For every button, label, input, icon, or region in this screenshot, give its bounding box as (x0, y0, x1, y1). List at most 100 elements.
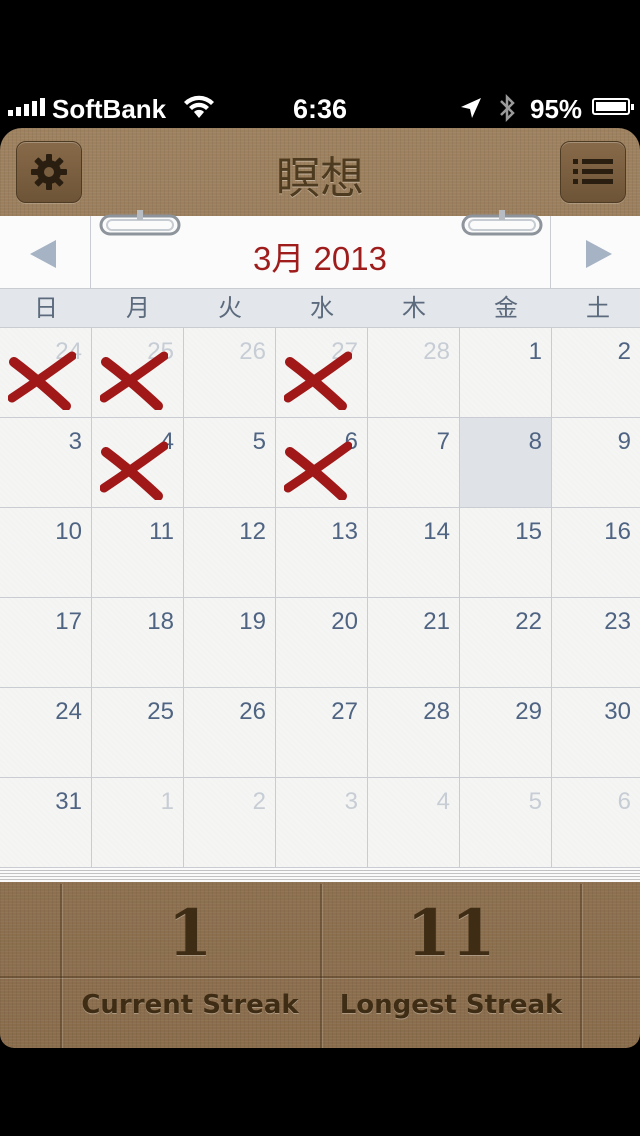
paper-clip-icon (461, 210, 543, 236)
day-number: 26 (239, 698, 266, 725)
weekday-sat: 土 (586, 294, 610, 322)
weekday-thu: 木 (402, 294, 426, 322)
current-streak-label: Current Streak (81, 990, 299, 1020)
day-number: 10 (55, 518, 82, 545)
calendar-day[interactable]: 9 (552, 418, 640, 508)
calendar-day[interactable]: 29 (460, 688, 552, 778)
x-mark-icon (284, 441, 352, 500)
day-number: 25 (147, 698, 174, 725)
calendar-day[interactable]: 24 (0, 328, 92, 418)
calendar-day[interactable]: 4 (92, 418, 184, 508)
day-number: 11 (149, 518, 174, 545)
calendar-day[interactable]: 22 (460, 598, 552, 688)
weekday-fri: 金 (494, 294, 518, 322)
calendar-day[interactable]: 5 (184, 418, 276, 508)
day-number: 5 (252, 428, 266, 455)
calendar-day[interactable]: 6 (552, 778, 640, 868)
calendar-grid: 24 25 26 27 28 1 2 3 4 5 6 7 8 9 10 11 12 13 14 15 16 17 18 19 2… (0, 328, 640, 868)
list-button[interactable] (560, 141, 626, 203)
day-number: 20 (331, 608, 358, 635)
calendar-day[interactable]: 31 (0, 778, 92, 868)
day-number: 22 (515, 608, 542, 635)
calendar-day[interactable]: 6 (276, 418, 368, 508)
calendar-day[interactable]: 25 (92, 688, 184, 778)
day-number: 9 (617, 428, 631, 455)
calendar-day[interactable]: 3 (0, 418, 92, 508)
calendar: 3月 2013 日 月 火 水 木 金 土 24 25 26 27 28 1 2… (0, 210, 640, 868)
calendar-day[interactable]: 30 (552, 688, 640, 778)
day-number: 28 (423, 698, 450, 725)
calendar-day[interactable]: 1 (92, 778, 184, 868)
day-number: 24 (55, 698, 82, 725)
calendar-day[interactable]: 27 (276, 328, 368, 418)
day-number: 2 (617, 338, 631, 365)
calendar-day[interactable]: 13 (276, 508, 368, 598)
day-number: 7 (436, 428, 450, 455)
day-number: 15 (515, 518, 542, 545)
month-title: 3月 2013 (253, 240, 387, 277)
longest-streak-label: Longest Streak (339, 990, 563, 1020)
calendar-day[interactable]: 14 (368, 508, 460, 598)
calendar-day[interactable]: 15 (460, 508, 552, 598)
calendar-day[interactable]: 20 (276, 598, 368, 688)
weekday-sun: 日 (34, 294, 58, 322)
day-number: 1 (160, 788, 174, 815)
day-number: 29 (515, 698, 542, 725)
weekday-mon: 月 (126, 294, 150, 322)
calendar-day[interactable]: 12 (184, 508, 276, 598)
calendar-day-today[interactable]: 8 (460, 418, 552, 508)
day-number: 3 (68, 428, 82, 455)
calendar-day[interactable]: 27 (276, 688, 368, 778)
calendar-day[interactable]: 23 (552, 598, 640, 688)
day-number: 6 (344, 428, 358, 455)
day-number: 8 (528, 428, 542, 455)
calendar-day[interactable]: 25 (92, 328, 184, 418)
calendar-day[interactable]: 19 (184, 598, 276, 688)
divider (0, 976, 640, 978)
calendar-day[interactable]: 7 (368, 418, 460, 508)
calendar-day[interactable]: 26 (184, 688, 276, 778)
day-number: 2 (252, 788, 266, 815)
calendar-day[interactable]: 4 (368, 778, 460, 868)
day-number: 17 (55, 608, 82, 635)
calendar-day[interactable]: 10 (0, 508, 92, 598)
calendar-day[interactable]: 5 (460, 778, 552, 868)
day-number: 14 (423, 518, 450, 545)
calendar-day[interactable]: 11 (92, 508, 184, 598)
month-bar: 3月 2013 (0, 210, 640, 288)
day-number: 13 (331, 518, 358, 545)
weekday-header: 日 月 火 水 木 金 土 (0, 288, 640, 328)
day-number: 4 (436, 788, 450, 815)
arrow-right-icon (586, 240, 612, 268)
calendar-day[interactable]: 1 (460, 328, 552, 418)
day-number: 30 (604, 698, 631, 725)
longest-streak-value: 11 (406, 896, 496, 971)
calendar-day[interactable]: 17 (0, 598, 92, 688)
calendar-day[interactable]: 16 (552, 508, 640, 598)
day-number: 28 (423, 338, 450, 365)
day-number: 18 (147, 608, 174, 635)
bluetooth-icon (500, 93, 515, 123)
day-number: 25 (147, 338, 174, 365)
day-number: 4 (160, 428, 174, 455)
calendar-day[interactable]: 21 (368, 598, 460, 688)
calendar-day[interactable]: 3 (276, 778, 368, 868)
calendar-day[interactable]: 26 (184, 328, 276, 418)
day-number: 12 (239, 518, 266, 545)
calendar-day[interactable]: 28 (368, 688, 460, 778)
calendar-day[interactable]: 18 (92, 598, 184, 688)
calendar-day[interactable]: 2 (184, 778, 276, 868)
battery-percent: 95% (530, 94, 583, 124)
day-number: 27 (331, 338, 358, 365)
day-number: 23 (604, 608, 631, 635)
app-frame: 瞑想 3月 2013 日 月 火 水 木 金 土 24 25 26 27 28 … (0, 128, 640, 1048)
page-stack-edge (0, 868, 640, 882)
calendar-day[interactable]: 2 (552, 328, 640, 418)
day-number: 27 (331, 698, 358, 725)
next-month-button[interactable] (550, 216, 640, 288)
day-number: 1 (528, 338, 542, 365)
calendar-day[interactable]: 24 (0, 688, 92, 778)
x-mark-icon (100, 441, 168, 500)
day-number: 6 (617, 788, 631, 815)
calendar-day[interactable]: 28 (368, 328, 460, 418)
